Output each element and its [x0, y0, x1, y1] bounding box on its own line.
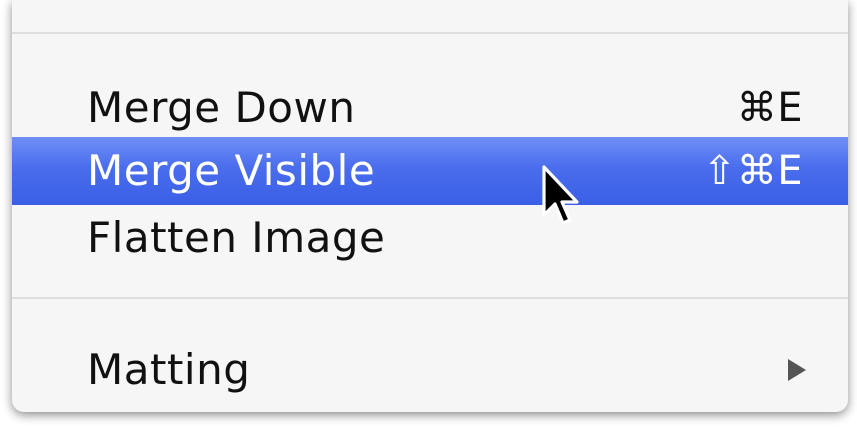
- menu-separator-top: [12, 32, 848, 34]
- menu-separator: [12, 297, 848, 299]
- menu-item-merge-visible[interactable]: Merge Visible ⇧⌘E: [12, 137, 848, 205]
- menu-item-merge-down[interactable]: Merge Down ⌘E: [12, 75, 848, 141]
- menu-item-label: Merge Visible: [87, 146, 376, 195]
- context-menu: Merge Down ⌘E Merge Visible ⇧⌘E Flatten …: [12, 0, 848, 412]
- menu-item-shortcut: ⌘E: [736, 85, 803, 131]
- mouse-pointer-icon: [542, 165, 579, 225]
- menu-item-label: Flatten Image: [87, 213, 386, 262]
- menu-item-label: Matting: [87, 345, 251, 394]
- menu-item-shortcut: ⇧⌘E: [702, 148, 803, 194]
- menu-item-label: Merge Down: [87, 83, 356, 132]
- menu-item-flatten-image[interactable]: Flatten Image: [12, 205, 848, 271]
- menu-item-matting[interactable]: Matting: [12, 337, 848, 403]
- screenshot-stage: Merge Down ⌘E Merge Visible ⇧⌘E Flatten …: [0, 0, 857, 430]
- triangle-right-icon: [788, 359, 806, 381]
